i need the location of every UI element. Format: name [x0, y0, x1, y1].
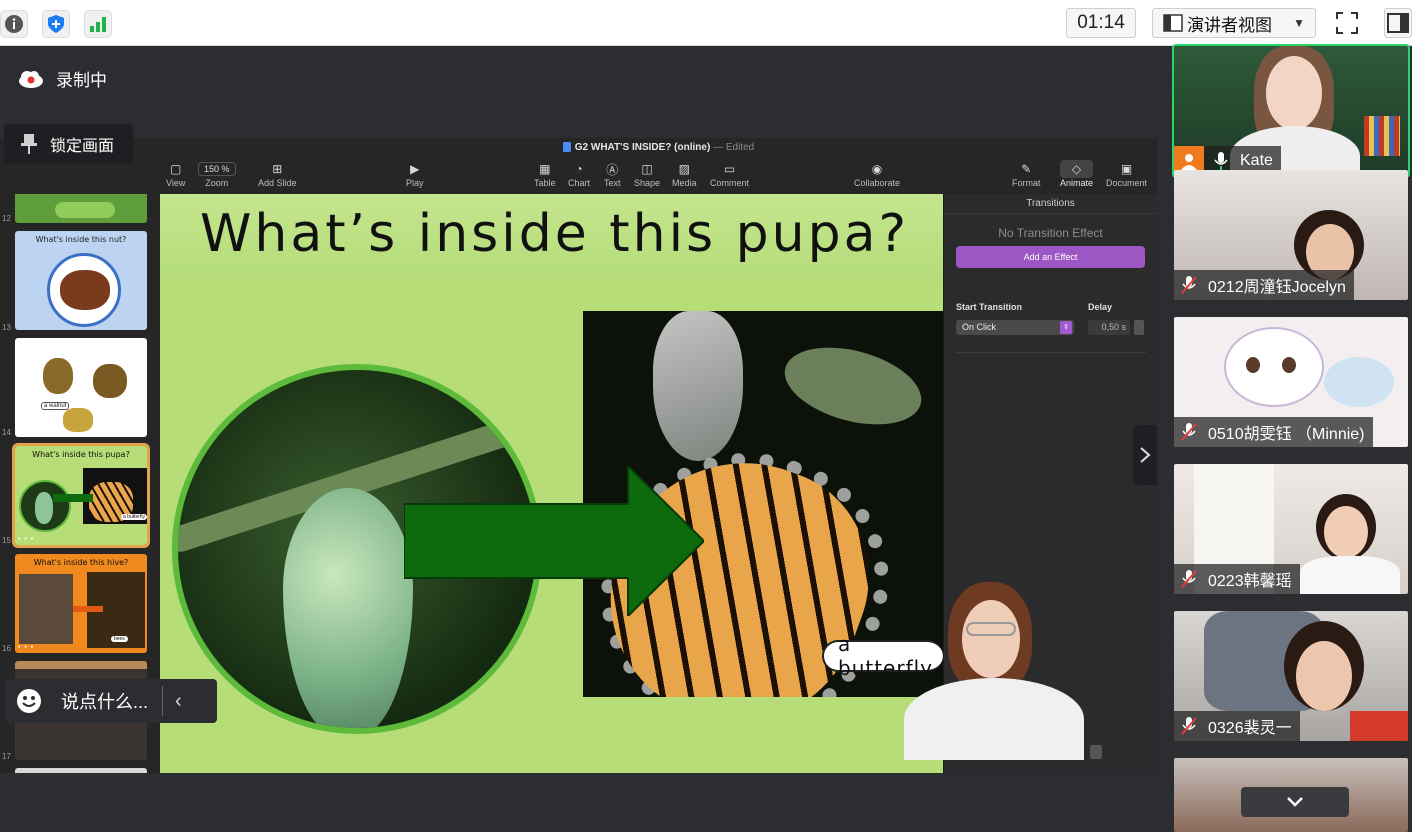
chevron-right-icon [1140, 447, 1151, 463]
view-icon: ▢ [170, 162, 182, 176]
chart-button[interactable]: ◔ Chart [568, 160, 590, 188]
no-effect-text: No Transition Effect [998, 226, 1103, 240]
play-button[interactable]: ▶ Play [406, 160, 424, 188]
slide-canvas[interactable]: What’s inside this pupa? a butterfly [160, 194, 943, 773]
recording-label: 录制中 [56, 71, 107, 90]
comment-icon: ▭ [723, 162, 736, 176]
participant-name-tag: 0212周潼钰Jocelyn [1174, 270, 1354, 300]
signal-strength-icon[interactable] [84, 10, 112, 38]
text-button[interactable]: Ⓐ Text [604, 160, 621, 189]
inspector-scroll-element[interactable] [1090, 745, 1102, 759]
recording-indicator: 录制中 [18, 66, 107, 91]
shield-icon[interactable] [42, 10, 70, 38]
expand-panel-handle[interactable] [1133, 425, 1157, 485]
slide-title[interactable]: What’s inside this pupa? [200, 204, 909, 264]
toggle-sidebar-button[interactable] [1384, 8, 1412, 38]
participant-tile-hanxinyao[interactable]: 0223韩馨瑶 [1174, 464, 1408, 594]
meeting-timer: 01:14 [1066, 8, 1136, 38]
view-button[interactable]: ▢ View [166, 160, 185, 188]
animate-button[interactable]: ◇ Animate [1060, 160, 1094, 188]
delay-field[interactable]: 0,50 s [1088, 320, 1130, 335]
zoom-button[interactable]: 150 % Zoom [198, 160, 236, 188]
thumbnail-more-icon: • • • [18, 536, 35, 543]
document-title: G2 WHAT'S INSIDE? (online) [574, 142, 711, 153]
sidebar-icon [1387, 13, 1409, 33]
participant-tile-peilingyi[interactable]: 0326裴灵一 [1174, 611, 1408, 741]
add-effect-button[interactable]: Add an Effect [956, 246, 1145, 268]
slide-thumbnail-18[interactable] [15, 768, 147, 773]
fullscreen-button[interactable] [1332, 8, 1362, 38]
presenter-view-label: 演讲者视图 [1187, 15, 1272, 35]
participant-tile-kate[interactable]: Kate [1172, 44, 1410, 178]
chevron-left-icon[interactable]: ‹ [175, 690, 182, 713]
document-panel-icon: ▣ [1120, 162, 1133, 176]
info-icon[interactable] [0, 10, 28, 38]
divider [956, 352, 1146, 353]
slide-thumbnail-14[interactable]: a walnut [15, 338, 147, 437]
media-icon: ▨ [678, 162, 690, 176]
slide-thumbnail-15[interactable]: What's inside this pupa? a butterfly • •… [12, 443, 150, 548]
microphone-muted-icon [1180, 275, 1198, 295]
green-arrow-shape[interactable] [404, 466, 704, 616]
participant-name-tag: 0326裴灵一 [1174, 711, 1300, 741]
document-status: — Edited [713, 142, 755, 153]
keynote-toolbar: ▢ View 150 % Zoom ⊞ Add Slide ▶ Play ▦ Table … [160, 158, 1157, 194]
chat-placeholder[interactable]: 说点什么... [61, 688, 148, 714]
layout-icon [1163, 13, 1183, 33]
document-icon [562, 142, 571, 153]
participant-panel: Kate 0212周潼钰Jocelyn 0510胡雯钰 （Minnie) 022… [1160, 44, 1412, 832]
chat-input-bar[interactable]: 说点什么... ‹ [5, 679, 217, 723]
start-transition-select[interactable]: On Click ⇕ [956, 320, 1074, 335]
emoji-icon[interactable] [17, 689, 41, 713]
slide-thumbnail-12[interactable] [15, 194, 147, 223]
format-brush-icon: ✎ [1021, 162, 1032, 176]
play-icon: ▶ [410, 162, 420, 176]
text-icon: Ⓐ [606, 162, 619, 177]
collaborate-button[interactable]: ◉ Collaborate [854, 160, 900, 188]
select-arrows-icon: ⇕ [1060, 321, 1072, 334]
table-button[interactable]: ▦ Table [534, 160, 556, 188]
microphone-muted-icon [1180, 569, 1198, 589]
start-transition-label: Start Transition [956, 302, 1023, 312]
slide-thumbnail-13[interactable]: What's inside this nut? [15, 231, 147, 330]
add-slide-icon: ⊞ [272, 162, 283, 176]
inspector-header: Transitions [944, 194, 1157, 214]
delay-stepper[interactable] [1134, 320, 1144, 335]
animate-icon: ◇ [1060, 160, 1094, 178]
microphone-muted-icon [1180, 422, 1198, 442]
cloud-recording-icon [18, 70, 44, 88]
participant-tile-jocelyn[interactable]: 0212周潼钰Jocelyn [1174, 170, 1408, 300]
participant-name-tag: 0510胡雯钰 （Minnie) [1174, 417, 1373, 447]
thumbnail-more-icon: • • • [18, 644, 35, 651]
add-slide-button[interactable]: ⊞ Add Slide [258, 160, 297, 188]
document-title-bar: G2 WHAT'S INSIDE? (online) — Edited [160, 138, 1157, 158]
document-button[interactable]: ▣ Document [1106, 160, 1147, 188]
chart-icon: ◔ [575, 162, 583, 176]
delay-label: Delay [1088, 302, 1113, 312]
divider [162, 686, 164, 716]
microphone-icon [1212, 151, 1230, 171]
participant-name-tag: 0223韩馨瑶 [1174, 564, 1300, 594]
participant-tile-minnie[interactable]: 0510胡雯钰 （Minnie) [1174, 317, 1408, 447]
format-button[interactable]: ✎ Format [1012, 160, 1041, 188]
shape-icon: ◫ [641, 162, 653, 176]
chevron-down-icon [1287, 797, 1303, 807]
slide-thumbnail-16[interactable]: What's inside this hive? bees • • • [15, 554, 147, 653]
top-toolbar: 01:14 演讲者视图 ▼ [0, 0, 1412, 46]
presenter-video[interactable] [888, 578, 1090, 760]
chevron-down-icon: ▼ [1293, 16, 1305, 30]
lock-label: 锁定画面 [50, 138, 115, 155]
media-button[interactable]: ▨ Media [672, 160, 697, 188]
scroll-down-button[interactable] [1241, 787, 1349, 817]
microphone-muted-icon [1180, 716, 1198, 736]
table-icon: ▦ [539, 162, 551, 176]
shape-button[interactable]: ◫ Shape [634, 160, 660, 188]
pin-icon [20, 133, 38, 155]
collaborate-icon: ◉ [871, 162, 883, 176]
zoom-value: 150 % [198, 162, 236, 176]
lock-screen-button[interactable]: 锁定画面 [4, 124, 133, 164]
comment-button[interactable]: ▭ Comment [710, 160, 749, 188]
fullscreen-icon [1336, 12, 1358, 34]
presenter-view-dropdown[interactable]: 演讲者视图 ▼ [1152, 8, 1316, 38]
